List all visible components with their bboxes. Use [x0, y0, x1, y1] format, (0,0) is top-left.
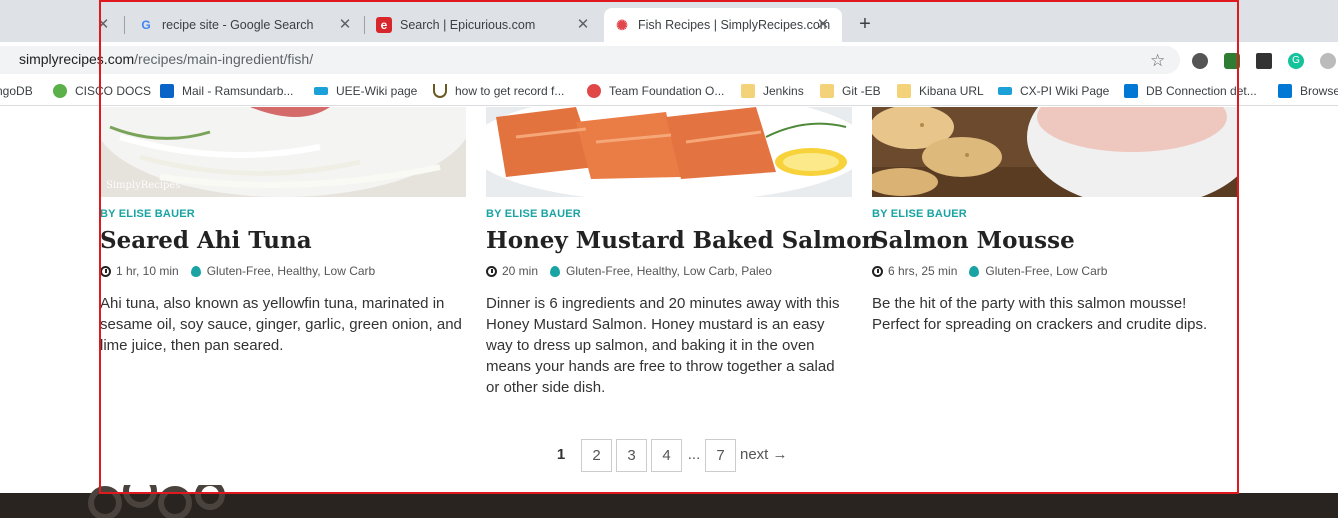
tab-title: Search | Epicurious.com [400, 18, 536, 32]
horseshoe-icon [433, 84, 447, 98]
bookmark-item[interactable]: how to get record f... [433, 84, 564, 98]
google-icon: G [141, 18, 151, 32]
tab-strip: ✕ G recipe site - Google Search ✕ e Sear… [0, 0, 1338, 42]
clock-icon [872, 265, 883, 277]
leaf-icon [190, 265, 201, 277]
recipe-byline[interactable]: BY ELISE BAUER [872, 208, 967, 220]
recipe-description: Ahi tuna, also known as yellowfin tuna, … [100, 295, 462, 354]
leaf-icon [969, 265, 980, 277]
recipe-image-mousse[interactable] [872, 107, 1238, 197]
simplyrecipes-icon: ✺ [616, 16, 628, 33]
recipe-card[interactable] [486, 107, 852, 197]
recipe-tags: Gluten-Free, Low Carb [985, 264, 1108, 278]
bookmark-item[interactable]: Kibana URL [897, 84, 984, 98]
extension-flower-icon[interactable] [1320, 53, 1336, 69]
recipe-tags: Gluten-Free, Healthy, Low Carb, Paleo [566, 264, 772, 278]
azure-icon [1278, 84, 1292, 98]
recipe-image-salmon[interactable] [486, 107, 852, 197]
bookmark-item[interactable]: Jenkins [741, 84, 804, 98]
recipe-image-tuna[interactable]: SimplyRecipes [100, 107, 466, 197]
url-domain: simplyrecipes.com [19, 51, 135, 67]
url-path: /recipes/main-ingredient/fish/ [134, 51, 314, 67]
page-link-2[interactable]: 2 [581, 439, 612, 472]
image-watermark: SimplyRecipes [106, 180, 181, 191]
recipe-title[interactable]: Honey Mustard Baked Salmon [486, 227, 878, 254]
leaf-icon [550, 265, 561, 277]
epicurious-icon: e [376, 17, 392, 33]
tab-epicurious[interactable]: e Search | Epicurious.com ✕ [366, 8, 602, 42]
footer-logo-icon [88, 485, 225, 518]
page-link-3[interactable]: 3 [616, 439, 647, 472]
recipe-meta: 6 hrs, 25 min Gluten-Free, Low Carb [872, 264, 1107, 278]
bookmark-item[interactable]: UEE-Wiki page [314, 84, 417, 98]
recipe-meta: 1 hr, 10 min Gluten-Free, Healthy, Low C… [100, 264, 375, 278]
recipe-byline[interactable]: BY ELISE BAUER [486, 208, 581, 220]
recipe-description: Dinner is 6 ingredients and 20 minutes a… [486, 295, 840, 396]
bookmark-star-icon[interactable]: ☆ [1150, 51, 1165, 71]
recipe-time: 6 hrs, 25 min [888, 264, 958, 278]
bookmark-item[interactable]: CISCO DOCS [53, 84, 151, 98]
cisco-icon [998, 87, 1012, 95]
extension-book-icon[interactable] [1256, 53, 1272, 69]
tab-simplyrecipes[interactable]: ✺ Fish Recipes | SimplyRecipes.com ✕ [604, 8, 842, 42]
tab-title: recipe site - Google Search [162, 18, 314, 32]
outlook-icon [160, 84, 174, 98]
page-ellipsis: ... [687, 446, 701, 463]
bookmark-item[interactable]: Browse [1278, 84, 1338, 98]
folder-icon [897, 84, 911, 98]
recipe-card[interactable]: SimplyRecipes [100, 107, 466, 197]
recipe-title[interactable]: Salmon Mousse [872, 227, 1075, 254]
folder-icon [820, 84, 834, 98]
tab-title: Fish Recipes | SimplyRecipes.com [638, 18, 831, 32]
recipe-description: Be the hit of the party with this salmon… [872, 295, 1208, 333]
close-tab-icon[interactable]: ✕ [94, 16, 112, 34]
close-tab-icon[interactable]: ✕ [336, 16, 354, 34]
close-tab-icon[interactable]: ✕ [574, 16, 592, 34]
extension-green-icon[interactable] [1224, 53, 1240, 69]
bookmark-item[interactable]: Team Foundation O... [587, 84, 724, 98]
page-link-last[interactable]: 7 [705, 439, 736, 472]
tfs-icon [587, 84, 601, 98]
recipe-time: 20 min [502, 264, 539, 278]
bookmark-item[interactable]: DB Connection det... [1124, 84, 1257, 98]
pagination: 1 2 3 4 ... 7 next → [0, 439, 1338, 473]
recipe-card[interactable] [872, 107, 1238, 197]
cisco-icon [314, 87, 328, 95]
recipe-tags: Gluten-Free, Healthy, Low Carb [206, 264, 376, 278]
bookmark-item[interactable]: CX-PI Wiki Page [998, 84, 1109, 98]
page-current: 1 [556, 446, 566, 463]
page-link-4[interactable]: 4 [651, 439, 682, 472]
cisco-docs-icon [53, 84, 67, 98]
recipe-byline[interactable]: BY ELISE BAUER [100, 208, 195, 220]
new-tab-button[interactable]: + [854, 13, 876, 35]
bookmark-item[interactable]: Mail - Ramsundarb... [160, 84, 293, 98]
bookmark-item[interactable]: ngoDB [0, 84, 33, 98]
site-footer [0, 485, 1338, 518]
recipe-meta: 20 min Gluten-Free, Healthy, Low Carb, P… [486, 264, 772, 278]
tab-separator [364, 16, 365, 34]
tab-blank[interactable]: ✕ [0, 8, 122, 42]
clock-icon [486, 265, 497, 277]
recipe-title[interactable]: Seared Ahi Tuna [100, 227, 312, 254]
close-tab-icon[interactable]: ✕ [814, 16, 832, 34]
browser-toolbar: simplyrecipes.com/recipes/main-ingredien… [0, 42, 1338, 78]
extension-circle-icon[interactable] [1192, 53, 1208, 69]
folder-icon [741, 84, 755, 98]
azure-icon [1124, 84, 1138, 98]
page-content: SimplyRecipes BY ELISE BAUER Seared Ahi … [0, 107, 1338, 518]
tab-google-search[interactable]: G recipe site - Google Search ✕ [128, 8, 364, 42]
bookmark-item[interactable]: Git -EB [820, 84, 881, 98]
bookmarks-bar: ngoDB CISCO DOCS Mail - Ramsundarb... UE… [0, 78, 1338, 106]
recipe-time: 1 hr, 10 min [116, 264, 179, 278]
tab-separator [124, 16, 125, 34]
next-page-link[interactable]: next → [740, 439, 796, 472]
url-text[interactable]: simplyrecipes.com/recipes/main-ingredien… [19, 51, 313, 67]
grammarly-icon[interactable]: G [1288, 53, 1304, 69]
clock-icon [100, 265, 111, 277]
